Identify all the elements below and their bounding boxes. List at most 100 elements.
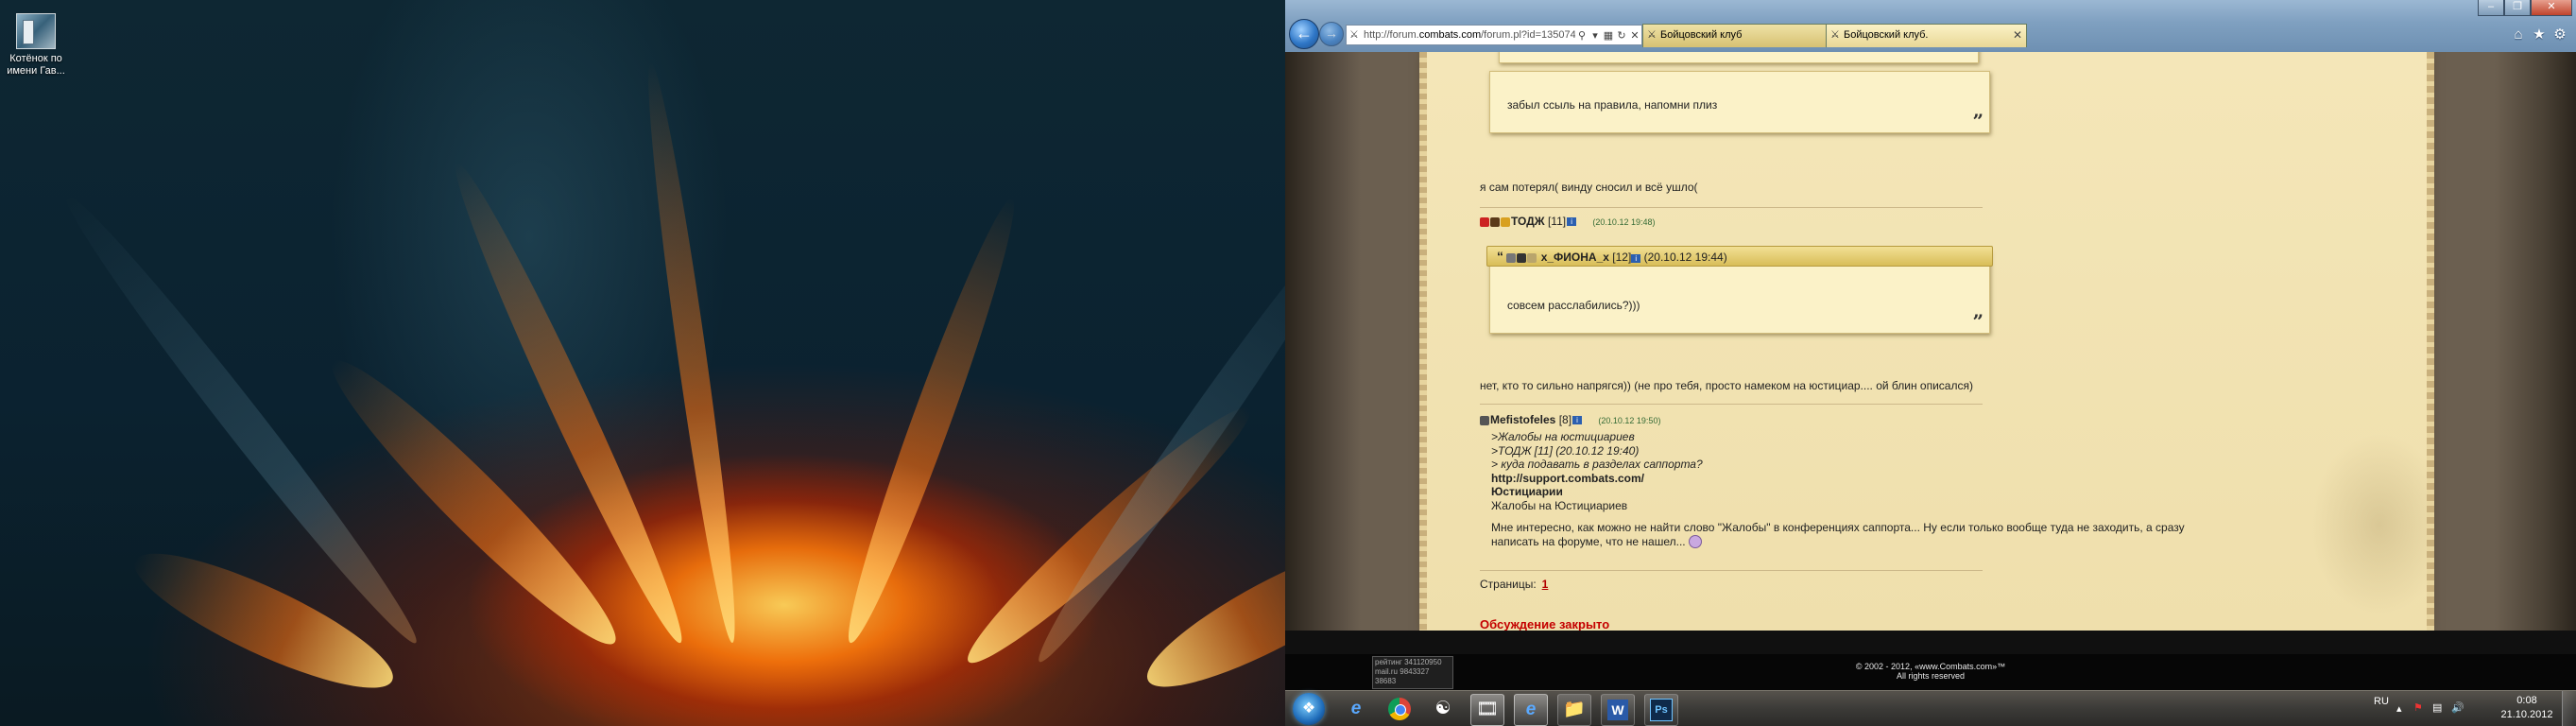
minimize-icon[interactable]: – bbox=[2478, 0, 2504, 16]
site-favicon-icon: ⚔ bbox=[1830, 29, 1840, 41]
info-icon[interactable]: i bbox=[1572, 416, 1583, 425]
support-link[interactable]: http://support.combats.com/ bbox=[1491, 472, 2185, 486]
clock-time[interactable]: 0:08 bbox=[2499, 695, 2555, 706]
post-date: (20.10.12 19:48) bbox=[1592, 217, 1656, 227]
photoshop-icon[interactable]: Ps bbox=[1644, 694, 1678, 726]
game-icon[interactable]: ☯ bbox=[1427, 694, 1459, 724]
network-icon[interactable]: ▤ bbox=[2432, 701, 2442, 714]
refresh-icon[interactable]: ↻ bbox=[1615, 29, 1628, 42]
close-icon[interactable]: ✕ bbox=[2531, 0, 2572, 16]
author-level: [8] bbox=[1558, 413, 1572, 426]
align-badge-icon bbox=[1490, 216, 1500, 227]
browser-titlebar: – ❐ ✕ ← → ⚔ http://forum.combats.com/for… bbox=[1285, 0, 2576, 57]
quote-block: “ x_ФИОНА_x [12] i (20.10.12 19:44) совсе… bbox=[1486, 246, 1993, 334]
language-indicator[interactable]: RU bbox=[2374, 696, 2389, 707]
quote-header: “ x_ФИОНА_x [12] i (20.10.12 19:44) bbox=[1486, 246, 1993, 267]
taskbar: ❖ e ☯ 🎞 e 📁 W Ps RU ▴ ⚑ ▤ 🔊 0:08 21.10.2… bbox=[1285, 690, 2576, 726]
thread-closed-label: Обсуждение закрыто bbox=[1480, 617, 1610, 631]
tab-combats-2[interactable]: ⚔ Бойцовский клуб. ✕ bbox=[1826, 24, 2027, 47]
quoted-line: >Жалобы на юстициариев bbox=[1491, 430, 1635, 443]
tab-close-icon[interactable]: ✕ bbox=[2013, 25, 2022, 46]
post-divider bbox=[1480, 207, 1983, 208]
section-subname: Жалобы на Юстициариев bbox=[1491, 498, 1628, 512]
quote-mark-icon: ” bbox=[1961, 52, 1972, 62]
show-hidden-icons-icon[interactable]: ▴ bbox=[2396, 702, 2402, 715]
pagination: Страницы: 1 bbox=[1480, 578, 1548, 591]
post-author-line: ТОДЖ [11] i (20.10.12 19:48) bbox=[1480, 215, 1655, 228]
page-viewport[interactable]: ” забыл ссыль на правила, напомни плиз ”… bbox=[1285, 52, 2576, 654]
desktop-right-monitor: – ❐ ✕ ← → ⚔ http://forum.combats.com/for… bbox=[1285, 0, 2576, 726]
page-bottom-strip bbox=[1285, 631, 2576, 654]
site-footer: рейтинг 341120950 mail.ru 9843327 38683 … bbox=[1285, 654, 2576, 690]
quote-author-name[interactable]: x_ФИОНА_x bbox=[1541, 251, 1609, 264]
start-orb-icon[interactable]: ❖ bbox=[1293, 693, 1325, 725]
post-divider bbox=[1480, 570, 1983, 571]
compat-view-icon[interactable]: ▦ bbox=[1602, 29, 1615, 42]
stop-icon[interactable]: ✕ bbox=[1628, 29, 1641, 42]
quote-block: ” bbox=[1499, 52, 1979, 63]
clan-badge-icon bbox=[1517, 252, 1527, 263]
address-bar[interactable]: ⚔ http://forum.combats.com/forum.pl?id=1… bbox=[1346, 25, 1642, 45]
desktop-left-monitor: Котёнок по имени Гав... bbox=[0, 0, 1285, 726]
wallpaper-streak bbox=[313, 341, 635, 664]
post-author-line: Mefistofeles [8] i (20.10.12 19:50) bbox=[1480, 413, 1660, 426]
forum-thread: ” забыл ссыль на правила, напомни плиз ”… bbox=[1419, 52, 2434, 631]
explorer-folder-icon[interactable]: 📁 bbox=[1557, 694, 1591, 726]
action-center-flag-icon[interactable]: ⚑ bbox=[2413, 701, 2423, 714]
quote-mark-icon: ” bbox=[1972, 110, 1984, 132]
author-level: [11] bbox=[1547, 215, 1567, 228]
quote-block: забыл ссыль на правила, напомни плиз ” bbox=[1489, 71, 1990, 133]
copyright-text: © 2002 - 2012, «www.Combats.com»™ bbox=[1855, 662, 2006, 671]
align-badge-icon bbox=[1506, 252, 1517, 263]
post-text: я сам потерял( винду сносил и всё ушло( bbox=[1480, 181, 1698, 194]
post-divider bbox=[1480, 404, 1983, 405]
post-date: (20.10.12 19:50) bbox=[1598, 416, 1661, 425]
clock-date[interactable]: 21.10.2012 bbox=[2499, 709, 2555, 720]
address-url[interactable]: http://forum.combats.com/forum.pl?id=135… bbox=[1364, 29, 1575, 41]
tab-title: Бойцовский клуб. bbox=[1844, 29, 1929, 41]
quote-text: совсем расслабились?))) bbox=[1507, 299, 1640, 312]
quoted-line: > куда подавать в разделах саппорта? bbox=[1491, 458, 1703, 471]
back-arrow-icon[interactable]: ← bbox=[1289, 19, 1319, 49]
wallpaper-streak bbox=[1132, 518, 1285, 710]
forward-arrow-icon[interactable]: → bbox=[1319, 22, 1344, 46]
desktop-shortcut-kitten[interactable]: Котёнок по имени Гав... bbox=[6, 13, 66, 78]
site-favicon-icon: ⚔ bbox=[1349, 29, 1359, 41]
home-icon[interactable]: ⌂ bbox=[2510, 26, 2527, 43]
rank-badge-icon bbox=[1527, 252, 1537, 263]
search-icon[interactable]: ⚲ bbox=[1575, 29, 1589, 42]
pages-label: Страницы: bbox=[1480, 578, 1537, 591]
author-name[interactable]: Mefistofeles bbox=[1490, 413, 1555, 426]
quote-text: забыл ссыль на правила, напомни плиз bbox=[1507, 98, 1718, 112]
show-desktop-button[interactable] bbox=[2562, 691, 2576, 726]
system-tray: RU ▴ ⚑ ▤ 🔊 0:08 21.10.2012 bbox=[2368, 691, 2576, 726]
quote-mark-icon: ” bbox=[1972, 310, 1984, 333]
internet-explorer-icon[interactable]: e bbox=[1340, 694, 1372, 724]
tab-combats-1[interactable]: ⚔ Бойцовский клуб bbox=[1642, 24, 1843, 47]
window-controls: – ❐ ✕ bbox=[2478, 0, 2572, 17]
star-icon[interactable]: ★ bbox=[2531, 26, 2548, 43]
maximize-icon[interactable]: ❐ bbox=[2504, 0, 2531, 16]
clan-badge-icon bbox=[1480, 216, 1489, 227]
gear-icon[interactable]: ⚙ bbox=[2551, 26, 2568, 43]
author-name[interactable]: ТОДЖ bbox=[1511, 215, 1545, 228]
dropdown-icon[interactable]: ▾ bbox=[1589, 29, 1602, 42]
video-file-icon bbox=[16, 13, 56, 49]
chrome-icon[interactable] bbox=[1383, 694, 1416, 724]
info-icon[interactable]: i bbox=[1567, 217, 1577, 227]
quote-author-level: [12] bbox=[1612, 251, 1632, 264]
tab-title: Бойцовский клуб bbox=[1660, 29, 1743, 41]
page-link[interactable]: 1 bbox=[1542, 578, 1549, 591]
media-icon[interactable]: 🎞 bbox=[1470, 694, 1504, 726]
quote-open-icon: “ bbox=[1497, 249, 1503, 264]
rank-badge-icon bbox=[1501, 216, 1510, 227]
align-badge-icon bbox=[1480, 415, 1489, 425]
smiley-icon bbox=[1688, 535, 1702, 549]
post-body: >Жалобы на юстициариев >ТОДЖ [11] (20.10… bbox=[1491, 430, 2185, 549]
info-icon[interactable]: i bbox=[1631, 254, 1641, 263]
word-icon[interactable]: W bbox=[1601, 694, 1635, 726]
rights-text: All rights reserved bbox=[1896, 671, 1966, 681]
volume-icon[interactable]: 🔊 bbox=[2451, 701, 2464, 714]
quote-date: (20.10.12 19:44) bbox=[1643, 251, 1727, 264]
internet-explorer-icon[interactable]: e bbox=[1514, 694, 1548, 726]
